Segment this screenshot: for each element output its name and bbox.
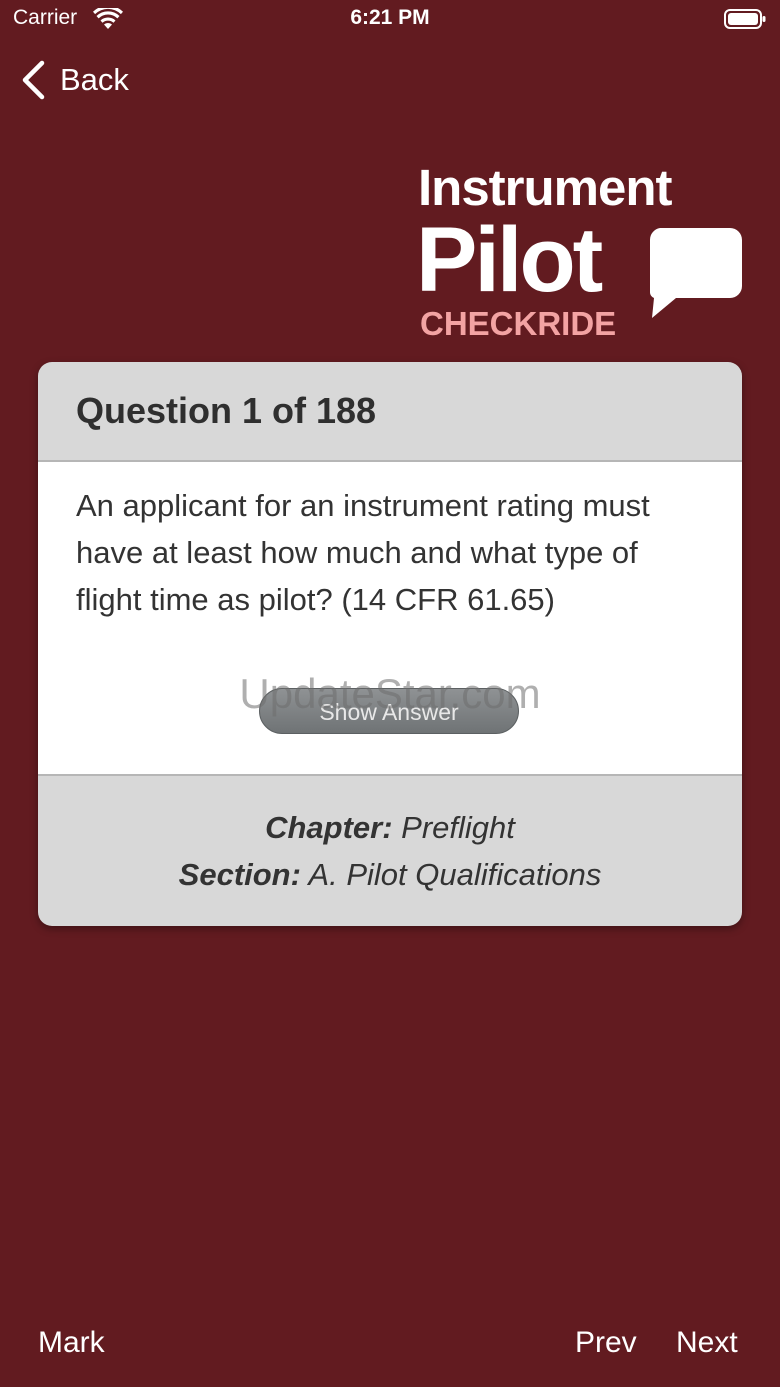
logo-line-checkride: CHECKRIDE <box>420 305 617 342</box>
chapter-value: Preflight <box>401 810 515 845</box>
mark-button[interactable]: Mark <box>38 1326 105 1360</box>
next-button[interactable]: Next <box>676 1326 738 1360</box>
section-row: Section: A. Pilot Qualifications <box>38 857 742 893</box>
chapter-row: Chapter: Preflight <box>38 810 742 846</box>
question-card: Question 1 of 188 An applicant for an in… <box>38 362 742 926</box>
battery-icon <box>724 9 766 29</box>
back-label: Back <box>60 62 129 97</box>
bottom-toolbar: Mark Prev Next <box>0 1320 780 1372</box>
status-bar: Carrier 6:21 PM <box>0 0 780 40</box>
section-value: A. Pilot Qualifications <box>308 857 602 892</box>
question-counter: Question 1 of 188 <box>76 390 377 431</box>
app-logo: Instrument Pilot CHECKRIDE <box>416 162 750 342</box>
card-body: An applicant for an instrument rating mu… <box>38 462 742 776</box>
card-header: Question 1 of 188 <box>38 362 742 462</box>
chapter-label: Chapter: <box>265 810 393 845</box>
clock: 6:21 PM <box>350 6 430 29</box>
section-label: Section: <box>178 857 301 892</box>
speech-bubble-icon <box>649 228 742 318</box>
chevron-left-icon <box>22 60 45 100</box>
back-button[interactable]: Back <box>20 58 129 102</box>
logo-line-instrument: Instrument <box>418 159 673 216</box>
card-footer: Chapter: Preflight Section: A. Pilot Qua… <box>38 776 742 926</box>
question-text: An applicant for an instrument rating mu… <box>76 488 650 617</box>
logo-line-pilot: Pilot <box>416 209 603 311</box>
prev-button[interactable]: Prev <box>575 1326 637 1360</box>
show-answer-button[interactable]: Show Answer <box>259 688 519 734</box>
